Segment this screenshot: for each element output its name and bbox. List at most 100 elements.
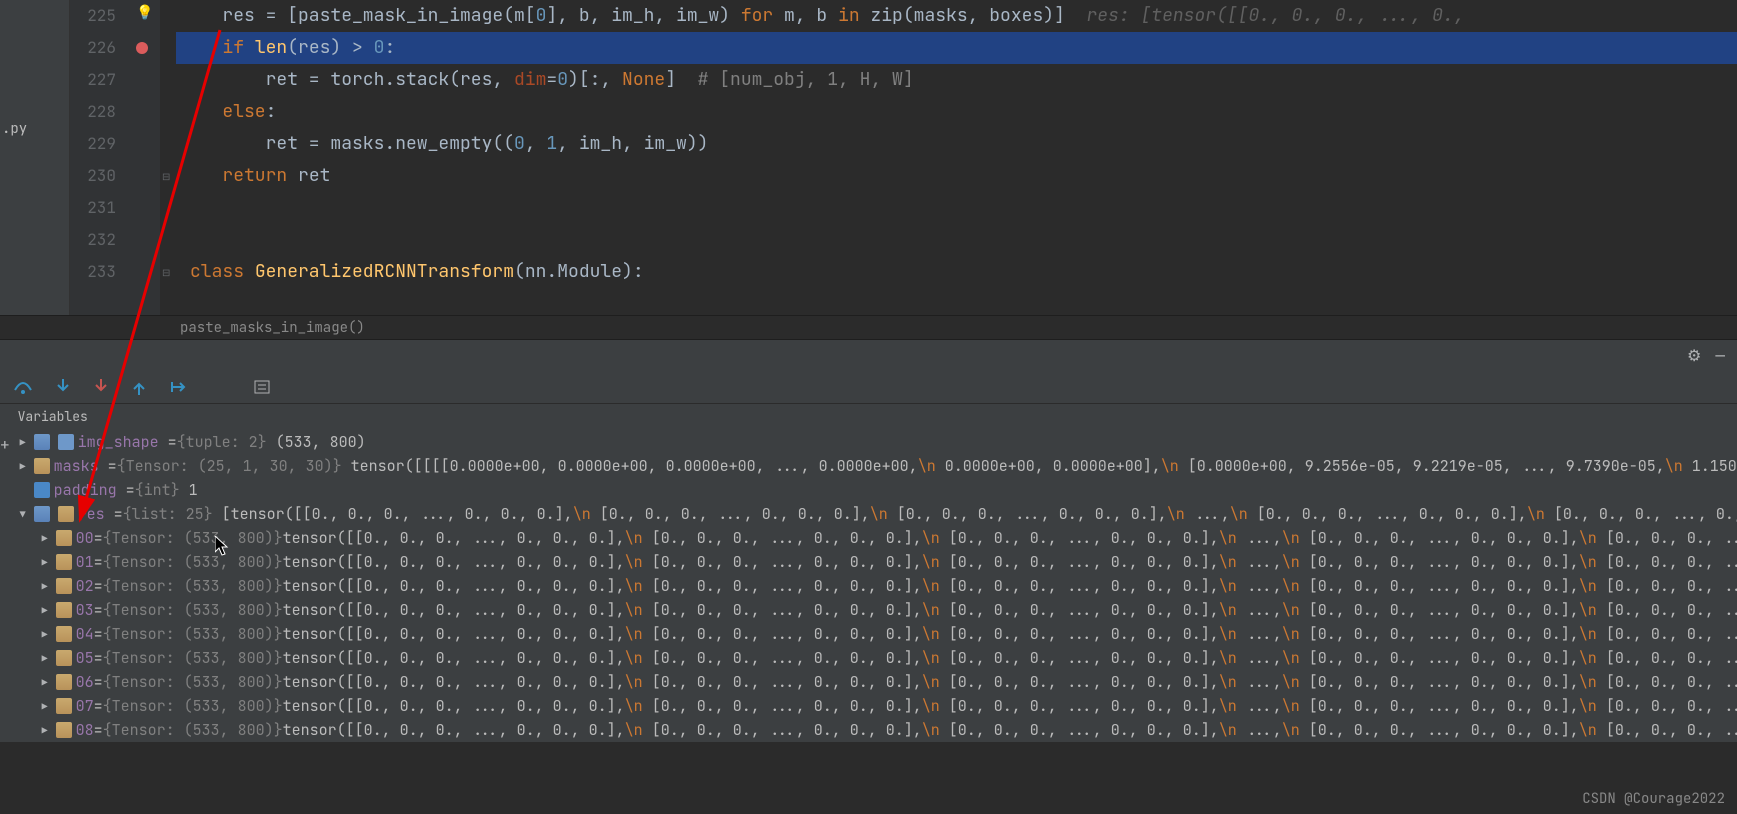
var-icon: [58, 506, 74, 522]
code-line[interactable]: return ret: [176, 160, 1737, 192]
line-number: 228: [70, 96, 116, 128]
var-value: 1: [189, 480, 198, 500]
var-icon: [34, 482, 50, 498]
var-type: {Tensor: (25, 1, 30, 30)}: [117, 456, 342, 476]
gear-icon[interactable]: ⚙: [1687, 345, 1701, 366]
line-number: 226: [70, 32, 116, 64]
var-icon: [56, 698, 72, 714]
code-line[interactable]: res = [paste_mask_in_image(m[0], b, im_h…: [176, 0, 1737, 32]
add-watch-icon[interactable]: +: [0, 434, 10, 455]
debug-header: ⚙ —: [0, 340, 1737, 370]
variable-row[interactable]: ▶ 08 = {Tensor: (533, 800)} tensor([[0.,…: [10, 718, 1737, 742]
line-number: 233: [70, 256, 116, 288]
var-name: 02: [76, 576, 94, 596]
var-value: tensor([[[[0.0000e+00, 0.0000e+00, 0.000…: [351, 456, 1737, 476]
var-icon: [56, 650, 72, 666]
variable-row[interactable]: ▶ 07 = {Tensor: (533, 800)} tensor([[0.,…: [10, 694, 1737, 718]
expand-icon[interactable]: ▶: [38, 604, 52, 617]
expand-icon[interactable]: ▶: [38, 676, 52, 689]
line-numbers: 225 226 227 228 229 230 231 232 233: [70, 0, 130, 315]
variable-row[interactable]: ▶ 00 = {Tensor: (533, 800)} tensor([[0.,…: [10, 526, 1737, 550]
variable-row[interactable]: ▶ 06 = {Tensor: (533, 800)} tensor([[0.,…: [10, 670, 1737, 694]
minimize-icon[interactable]: —: [1715, 345, 1725, 366]
collapse-icon[interactable]: ▼: [16, 508, 30, 521]
line-number: 227: [70, 64, 116, 96]
file-extension: .py: [2, 120, 27, 138]
var-icon: [56, 554, 72, 570]
var-type: {Tensor: (533, 800)}: [103, 600, 283, 620]
breadcrumb[interactable]: paste_masks_in_image(): [0, 315, 1737, 339]
var-value: tensor([[0., 0., 0., ..., 0., 0., 0.],\n…: [283, 648, 1737, 668]
breadcrumb-item[interactable]: paste_masks_in_image(): [180, 319, 365, 337]
variable-row[interactable]: ▶ 04 = {Tensor: (533, 800)} tensor([[0.,…: [10, 622, 1737, 646]
variables-list: ▶ img_shape = {tuple: 2} (533, 800) ▶ ma…: [10, 430, 1737, 742]
var-type: {Tensor: (533, 800)}: [103, 720, 283, 740]
expand-icon[interactable]: ▶: [38, 700, 52, 713]
var-type: {Tensor: (533, 800)}: [103, 696, 283, 716]
var-value: (533, 800): [276, 432, 366, 452]
line-number: 231: [70, 192, 116, 224]
variable-row[interactable]: ▶ masks = {Tensor: (25, 1, 30, 30)} tens…: [10, 454, 1737, 478]
bulb-icon[interactable]: 💡: [136, 4, 153, 22]
force-step-into-icon[interactable]: [94, 379, 108, 395]
variable-row[interactable]: ▶ 03 = {Tensor: (533, 800)} tensor([[0.,…: [10, 598, 1737, 622]
var-name: padding: [54, 480, 117, 500]
line-number: 229: [70, 128, 116, 160]
step-over-icon[interactable]: [14, 380, 32, 394]
var-icon: [56, 602, 72, 618]
variable-row[interactable]: ▶ padding = {int} 1: [10, 478, 1737, 502]
code-area[interactable]: res = [paste_mask_in_image(m[0], b, im_h…: [176, 0, 1737, 315]
fold-column[interactable]: ⊟ ⊟: [160, 0, 176, 315]
expand-icon[interactable]: ▶: [38, 652, 52, 665]
expand-icon[interactable]: ▶: [38, 580, 52, 593]
code-line[interactable]: ret = masks.new_empty((0, 1, im_h, im_w)…: [176, 128, 1737, 160]
variable-row[interactable]: ▶ 02 = {Tensor: (533, 800)} tensor([[0.,…: [10, 574, 1737, 598]
expand-icon[interactable]: ▶: [16, 436, 30, 449]
var-type: {Tensor: (533, 800)}: [103, 648, 283, 668]
code-line[interactable]: [176, 192, 1737, 224]
var-value: [tensor([[0., 0., 0., ..., 0., 0., 0.],\…: [222, 504, 1737, 524]
variable-row[interactable]: ▶ img_shape = {tuple: 2} (533, 800): [10, 430, 1737, 454]
code-line[interactable]: else:: [176, 96, 1737, 128]
project-sidebar[interactable]: .py: [0, 0, 70, 315]
variable-row[interactable]: ▶ 05 = {Tensor: (533, 800)} tensor([[0.,…: [10, 646, 1737, 670]
expand-icon[interactable]: ▶: [38, 628, 52, 641]
variable-row[interactable]: ▶ 01 = {Tensor: (533, 800)} tensor([[0.,…: [10, 550, 1737, 574]
var-name: res: [78, 504, 105, 524]
code-line[interactable]: class GeneralizedRCNNTransform(nn.Module…: [176, 256, 1737, 288]
var-icon: [56, 626, 72, 642]
var-icon: [58, 434, 74, 450]
var-type: {Tensor: (533, 800)}: [103, 552, 283, 572]
var-name: 05: [76, 648, 94, 668]
breakpoint-icon[interactable]: [136, 42, 148, 54]
var-value: tensor([[0., 0., 0., ..., 0., 0., 0.],\n…: [283, 600, 1737, 620]
expand-icon[interactable]: ▶: [16, 460, 30, 473]
code-editor: .py 225 226 227 228 229 230 231 232 233 …: [0, 0, 1737, 315]
step-into-icon[interactable]: [56, 379, 70, 395]
code-line-current[interactable]: if len(res) > 0:: [176, 32, 1737, 64]
var-icon: [56, 674, 72, 690]
fold-icon[interactable]: ⊟: [162, 170, 170, 183]
line-number: 225: [70, 0, 116, 32]
var-value: tensor([[0., 0., 0., ..., 0., 0., 0.],\n…: [283, 624, 1737, 644]
expand-icon[interactable]: ▶: [38, 556, 52, 569]
var-icon: [56, 578, 72, 594]
fold-icon[interactable]: ⊟: [162, 266, 170, 279]
var-type: {Tensor: (533, 800)}: [103, 672, 283, 692]
line-number: 232: [70, 224, 116, 256]
var-name: masks: [54, 456, 99, 476]
expand-icon[interactable]: ▶: [38, 724, 52, 737]
run-to-cursor-icon[interactable]: [170, 380, 186, 394]
expand-icon[interactable]: ▶: [38, 532, 52, 545]
code-line[interactable]: ret = torch.stack(res, dim=0)[:, None] #…: [176, 64, 1737, 96]
evaluate-icon[interactable]: [254, 380, 270, 394]
step-out-icon[interactable]: [132, 379, 146, 395]
variable-row[interactable]: ▼ res = {list: 25} [tensor([[0., 0., 0.,…: [10, 502, 1737, 526]
line-number: 230: [70, 160, 116, 192]
var-type: {Tensor: (533, 800)}: [103, 528, 283, 548]
breakpoint-column[interactable]: 💡: [130, 0, 160, 315]
variables-tab[interactable]: Variables: [10, 404, 1737, 430]
code-line[interactable]: [176, 224, 1737, 256]
var-icon: [56, 530, 72, 546]
var-type: {tuple: 2}: [177, 432, 267, 452]
